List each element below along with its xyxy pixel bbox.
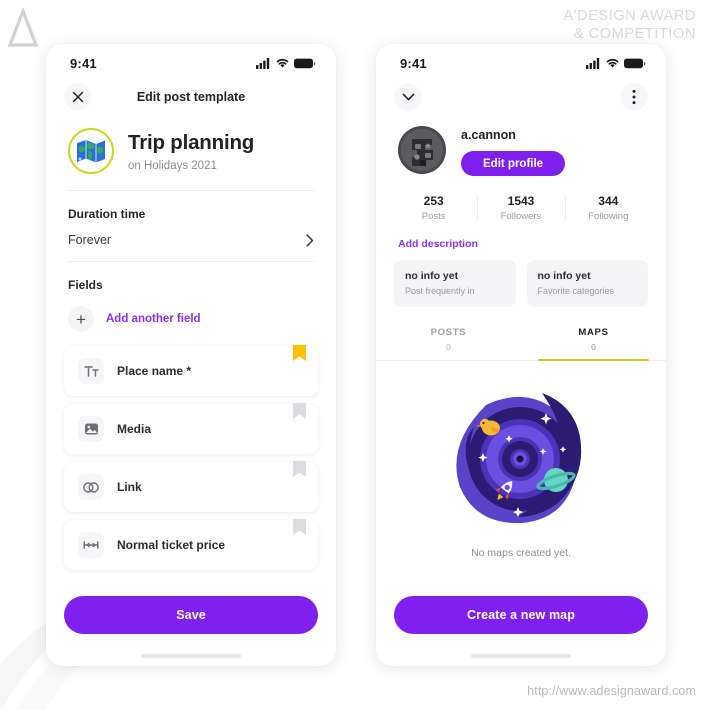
info-card-subtitle: Favorite categories xyxy=(537,286,615,296)
bookmark-icon[interactable] xyxy=(293,403,306,421)
wifi-icon xyxy=(276,58,289,68)
tab-label: MAPS xyxy=(578,327,609,338)
profile-tabs: POSTS 0 MAPS 0 xyxy=(376,321,666,361)
right-nav-bar xyxy=(376,76,666,118)
footer-url: http://www.adesignaward.com xyxy=(527,684,696,698)
empty-state: No maps created yet. xyxy=(376,361,666,559)
info-card[interactable]: no info yet Favorite categories xyxy=(526,260,648,307)
plus-icon: + xyxy=(68,306,94,332)
template-title: Trip planning xyxy=(128,130,255,154)
stat-value: 344 xyxy=(598,194,619,208)
tab-posts[interactable]: POSTS 0 xyxy=(376,321,521,360)
tab-maps[interactable]: MAPS 0 xyxy=(521,321,666,361)
cellular-signal-icon xyxy=(586,57,600,69)
stat-value: 1543 xyxy=(507,194,535,208)
bookmark-icon[interactable] xyxy=(293,461,306,479)
fields-list: Place name * Media Link Normal ticket pr… xyxy=(46,344,336,578)
stat-value: 253 xyxy=(423,194,444,208)
avatar[interactable] xyxy=(398,126,446,174)
profile-stats: 253 Posts 1543 Followers 344 Following xyxy=(376,176,666,222)
status-time: 9:41 xyxy=(400,55,427,71)
template-icon-ring xyxy=(68,128,114,174)
back-button[interactable] xyxy=(394,83,422,111)
close-x-icon xyxy=(72,91,84,103)
right-status-bar: 9:41 xyxy=(376,44,666,76)
more-vertical-icon xyxy=(632,89,636,105)
bookmark-icon[interactable] xyxy=(293,345,306,363)
info-card-title: no info yet xyxy=(405,270,459,282)
field-card[interactable]: Media xyxy=(64,403,318,454)
add-description-link[interactable]: Add description xyxy=(376,222,666,250)
stat-following[interactable]: 344 Following xyxy=(564,194,652,222)
fields-section-label: Fields xyxy=(68,278,103,292)
cellular-signal-icon xyxy=(256,57,270,69)
stat-followers[interactable]: 1543 Followers xyxy=(477,194,564,222)
add-another-field-label: Add another field xyxy=(106,313,201,325)
field-card[interactable]: Normal ticket price xyxy=(64,519,318,570)
empty-state-text: No maps created yet. xyxy=(471,547,571,559)
more-menu-button[interactable] xyxy=(620,83,648,111)
adesign-triangle-logo-icon xyxy=(7,8,39,47)
add-another-field-button[interactable]: + Add another field xyxy=(46,292,336,344)
left-nav-bar: Edit post template xyxy=(46,76,336,118)
link-chain-icon xyxy=(78,474,104,500)
template-header: Trip planning on Holidays 2021 xyxy=(46,118,336,190)
create-new-map-button[interactable]: Create a new map xyxy=(394,596,648,634)
edit-profile-button[interactable]: Edit profile xyxy=(461,151,566,176)
stat-posts[interactable]: 253 Posts xyxy=(390,194,477,222)
award-watermark: A'DESIGN AWARD & COMPETITION xyxy=(563,8,696,43)
left-phone-screen: 9:41 Edit post template Trip planning on… xyxy=(46,44,336,666)
measure-ruler-icon xyxy=(78,532,104,558)
stat-label: Following xyxy=(588,211,629,222)
tab-count: 0 xyxy=(591,342,596,352)
bookmark-icon[interactable] xyxy=(293,519,306,537)
chevron-down-icon xyxy=(402,93,414,100)
tab-label: POSTS xyxy=(430,327,467,338)
profile-header: a.cannon Edit profile xyxy=(376,118,666,176)
info-card-subtitle: Post frequently in xyxy=(405,286,475,296)
tab-count: 0 xyxy=(446,342,451,352)
field-label: Place name * xyxy=(117,364,192,378)
award-watermark-line1: A'DESIGN AWARD xyxy=(563,8,696,24)
info-cards: no info yet Post frequently in no info y… xyxy=(376,250,666,307)
right-cta-container: Create a new map xyxy=(376,586,666,666)
user-avatar-icon xyxy=(398,126,446,174)
text-format-icon xyxy=(78,358,104,384)
stat-label: Posts xyxy=(421,211,446,222)
field-label: Normal ticket price xyxy=(117,538,226,552)
duration-section-label: Duration time xyxy=(68,207,146,221)
left-status-bar: 9:41 xyxy=(46,44,336,76)
right-phone-screen: 9:41 a.cannon Edit profile 253 Posts 154… xyxy=(376,44,666,666)
wifi-icon xyxy=(606,58,619,68)
info-card[interactable]: no info yet Post frequently in xyxy=(394,260,516,307)
close-button[interactable] xyxy=(64,83,92,111)
status-time: 9:41 xyxy=(70,55,97,71)
battery-full-icon xyxy=(624,58,646,68)
screenshot-page: A'DESIGN AWARD & COMPETITION http://www.… xyxy=(0,0,710,710)
battery-full-icon xyxy=(294,58,316,68)
left-cta-container: Save xyxy=(46,586,336,666)
chevron-right-icon xyxy=(306,233,314,247)
home-indicator xyxy=(471,654,571,658)
field-label: Link xyxy=(117,480,142,494)
award-watermark-line2: & COMPETITION xyxy=(573,25,696,42)
duration-row[interactable]: Forever xyxy=(46,221,336,261)
world-map-icon xyxy=(77,140,105,163)
field-card[interactable]: Link xyxy=(64,461,318,512)
template-subtitle: on Holidays 2021 xyxy=(128,159,217,172)
info-card-title: no info yet xyxy=(537,270,591,282)
stat-label: Followers xyxy=(500,211,542,222)
field-label: Media xyxy=(117,422,152,436)
duration-value: Forever xyxy=(68,233,112,247)
profile-username: a.cannon xyxy=(461,128,516,142)
galaxy-spiral-illustration xyxy=(456,393,582,524)
save-button[interactable]: Save xyxy=(64,596,318,634)
field-card[interactable]: Place name * xyxy=(64,345,318,396)
home-indicator xyxy=(141,654,241,658)
image-icon xyxy=(78,416,104,442)
